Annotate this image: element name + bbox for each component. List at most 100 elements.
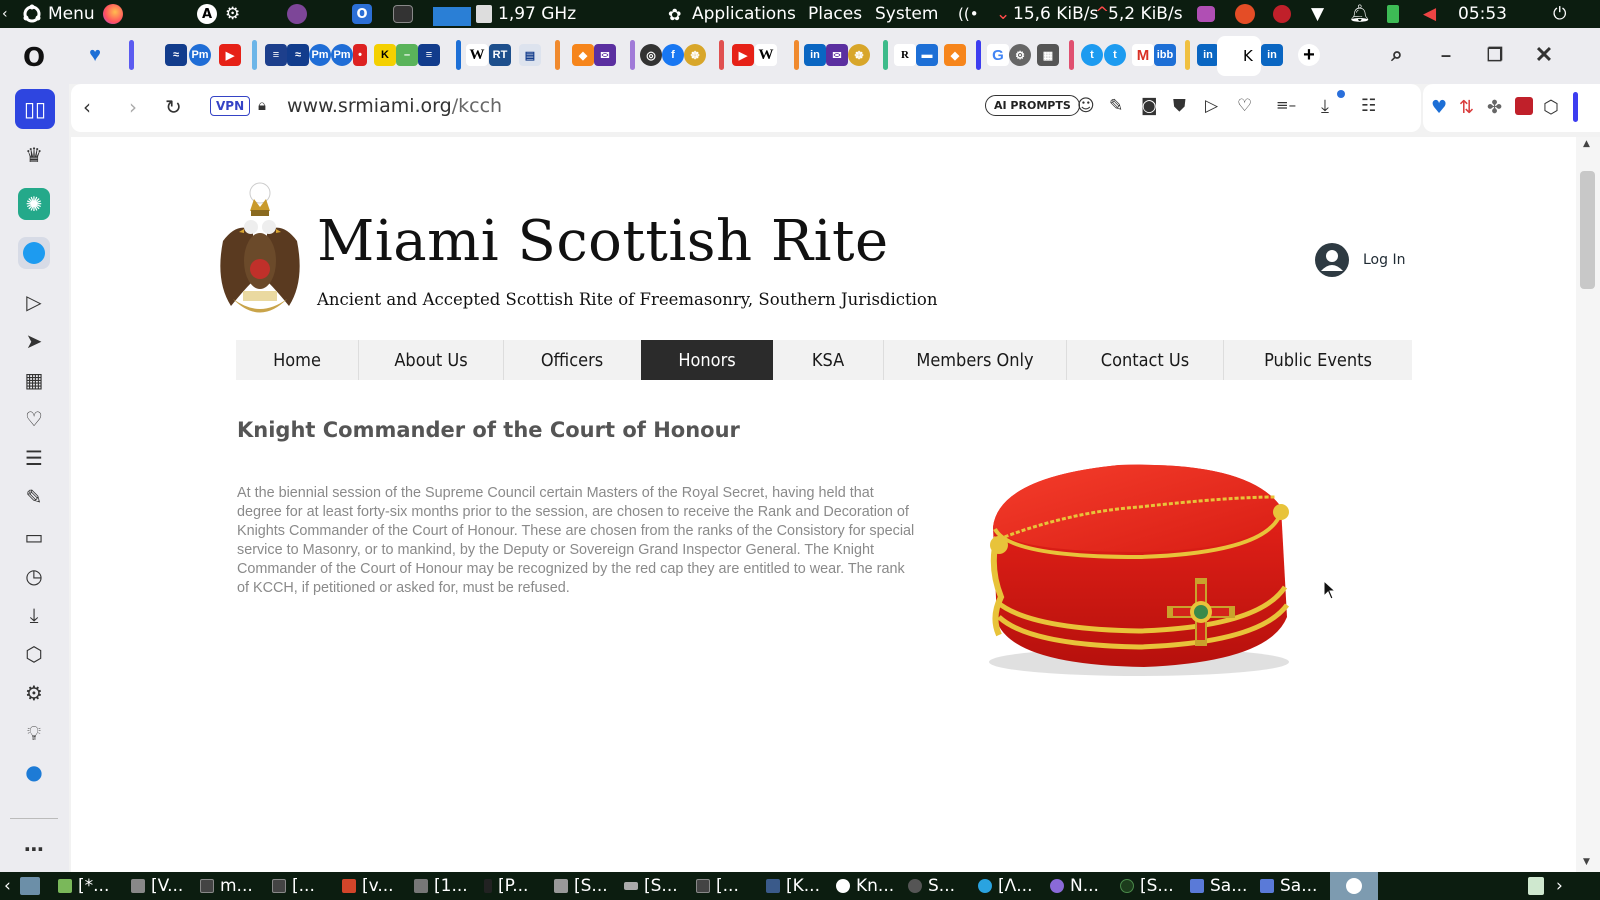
- scroll-down-arrow-icon[interactable]: ▼: [1583, 857, 1590, 867]
- tab-rt-icon[interactable]: RT: [489, 44, 511, 66]
- ai-prompts-button[interactable]: AI PROMPTS: [985, 95, 1080, 116]
- tab-pm-icon[interactable]: Pm: [309, 44, 331, 66]
- ext-red-icon[interactable]: [1515, 97, 1533, 115]
- taskbar-item[interactable]: [V...: [131, 872, 183, 900]
- record-indicator-icon[interactable]: [1273, 0, 1291, 28]
- camera-icon[interactable]: ◙: [1141, 96, 1158, 116]
- settings-icon[interactable]: ⚙: [18, 677, 50, 709]
- ext-cube-icon[interactable]: ⬡: [1543, 97, 1559, 118]
- tab-dash-icon[interactable]: –: [396, 44, 418, 66]
- taskbar-item[interactable]: [*...: [58, 872, 109, 900]
- tab-r-icon[interactable]: R: [894, 44, 916, 66]
- tab-site-icon[interactable]: ≡: [265, 44, 287, 66]
- bookmarks-heart-icon[interactable]: ♡: [18, 403, 50, 435]
- tab-wikipedia-icon[interactable]: W: [466, 44, 488, 66]
- downloads-icon[interactable]: ⤓: [18, 599, 50, 631]
- nav-ksa[interactable]: KSA: [773, 340, 883, 380]
- wifi-icon[interactable]: ((•: [958, 0, 979, 28]
- shield-icon[interactable]: ⛊: [1173, 96, 1186, 116]
- ext-arrows-icon[interactable]: ⇅: [1459, 97, 1474, 118]
- login-area[interactable]: Log In: [1315, 243, 1405, 277]
- tab-k-icon[interactable]: K: [374, 44, 396, 66]
- url-field[interactable]: www.srmiami.org/kcch: [287, 95, 502, 117]
- show-desktop-icon[interactable]: [20, 872, 40, 900]
- pinboards-icon[interactable]: ✎: [18, 481, 50, 513]
- taskbar-item[interactable]: [K...: [766, 872, 820, 900]
- minimize-icon[interactable]: –: [1435, 44, 1457, 66]
- settings-gears-icon[interactable]: ⚙: [225, 0, 240, 28]
- tab-twitter-icon[interactable]: t: [1104, 44, 1126, 66]
- taskbar-item[interactable]: [S...: [624, 872, 678, 900]
- tab-linkedin-icon[interactable]: in: [804, 44, 826, 66]
- notifications-bell-icon[interactable]: 🔔︎: [1349, 0, 1371, 28]
- send-icon[interactable]: ➤: [18, 325, 50, 357]
- scrollbar-thumb[interactable]: [1580, 171, 1595, 289]
- tab-news-icon[interactable]: ≈: [165, 44, 187, 66]
- volume-muted-icon[interactable]: ◀: [1423, 0, 1436, 28]
- nav-home[interactable]: Home: [236, 340, 358, 380]
- tab-search-icon[interactable]: ⌕: [1386, 44, 1408, 66]
- tab-doc-icon[interactable]: ▤: [519, 44, 541, 66]
- taskbar-left-arrow[interactable]: ‹: [4, 872, 11, 900]
- heart-bookmark-icon[interactable]: ♡: [1237, 96, 1252, 116]
- tab-grid-icon[interactable]: ▦: [1037, 44, 1059, 66]
- nav-officers[interactable]: Officers: [504, 340, 640, 380]
- network-signal-icon[interactable]: ▼: [1311, 0, 1324, 28]
- taskbar-item[interactable]: N...: [1050, 872, 1099, 900]
- menu-button[interactable]: Menu: [22, 0, 95, 28]
- tab-vivaldi-icon[interactable]: ♥: [84, 44, 106, 66]
- font-app-icon[interactable]: A: [197, 0, 217, 28]
- tab-emblem-icon[interactable]: ☸: [684, 44, 706, 66]
- media-app-icon[interactable]: [1197, 0, 1215, 28]
- battery-icon[interactable]: [1387, 0, 1399, 28]
- taskbar-item[interactable]: [...: [272, 872, 315, 900]
- places-menu[interactable]: Places: [808, 0, 862, 28]
- nav-public-events[interactable]: Public Events: [1224, 340, 1412, 380]
- lock-icon[interactable]: 🔒︎: [258, 96, 266, 114]
- update-notifier-icon[interactable]: [1235, 0, 1255, 28]
- tor-launcher-icon[interactable]: [287, 0, 307, 28]
- taskbar-item[interactable]: [S...: [1120, 872, 1174, 900]
- edit-icon[interactable]: ✎: [1109, 96, 1123, 116]
- nav-members-only[interactable]: Members Only: [884, 340, 1066, 380]
- more-icon[interactable]: ⋯: [18, 833, 50, 865]
- reload-icon[interactable]: ↻: [165, 95, 182, 119]
- tab-metamask-icon[interactable]: ◆: [572, 44, 594, 66]
- tab-mail-icon[interactable]: ✉: [826, 44, 848, 66]
- tabs-icon[interactable]: ▭: [18, 521, 50, 553]
- send-page-icon[interactable]: ▷: [1205, 96, 1218, 116]
- tab-metamask-icon[interactable]: ◆: [944, 44, 966, 66]
- tab-dots-icon[interactable]: •: [353, 44, 367, 66]
- close-window-icon[interactable]: ✕: [1533, 42, 1555, 67]
- tab-youtube-icon[interactable]: ▶: [219, 44, 241, 66]
- ext-vivaldi-icon[interactable]: ♥: [1431, 97, 1447, 118]
- tab-linkedin-icon[interactable]: in: [1261, 44, 1283, 66]
- restore-icon[interactable]: ❐: [1484, 44, 1506, 66]
- taskbar-item[interactable]: [Λ...: [978, 872, 1032, 900]
- tab-mail-icon[interactable]: ✉: [594, 44, 616, 66]
- twitter-sidebar-icon[interactable]: [18, 237, 50, 269]
- scroll-up-arrow-icon[interactable]: ▲: [1583, 139, 1590, 149]
- tab-soccer-icon[interactable]: ◎: [640, 44, 662, 66]
- new-tab-plus-icon[interactable]: +: [1298, 44, 1320, 66]
- tab-twitter-icon[interactable]: t: [1081, 44, 1103, 66]
- chatgpt-icon[interactable]: ✺: [18, 188, 50, 220]
- taskbar-item-active[interactable]: [1330, 872, 1378, 900]
- tab-blue-icon[interactable]: ▬: [916, 44, 938, 66]
- taskbar-item[interactable]: Sa...: [1190, 872, 1247, 900]
- extensions-cube-icon[interactable]: ⬡: [18, 638, 50, 670]
- workspaces-icon[interactable]: ▯▯: [15, 89, 55, 129]
- taskbar-item[interactable]: [v...: [342, 872, 394, 900]
- taskbar-item[interactable]: [...: [696, 872, 739, 900]
- ext-puzzle-icon[interactable]: ✤: [1487, 97, 1502, 118]
- tab-youtube-icon[interactable]: ▶: [732, 44, 754, 66]
- speed-dial-icon[interactable]: ▦: [18, 364, 50, 396]
- active-tab[interactable]: K: [1217, 36, 1261, 76]
- tab-news-icon[interactable]: ≈: [287, 44, 309, 66]
- tab-ibb-icon[interactable]: ibb: [1154, 44, 1176, 66]
- easy-setup-icon[interactable]: ☷: [1361, 96, 1376, 116]
- emoji-icon[interactable]: ☺: [1077, 96, 1095, 116]
- tab-gear-icon[interactable]: ⚙: [1009, 44, 1031, 66]
- taskbar-item[interactable]: S...: [908, 872, 955, 900]
- tab-emblem-icon[interactable]: ☸: [848, 44, 870, 66]
